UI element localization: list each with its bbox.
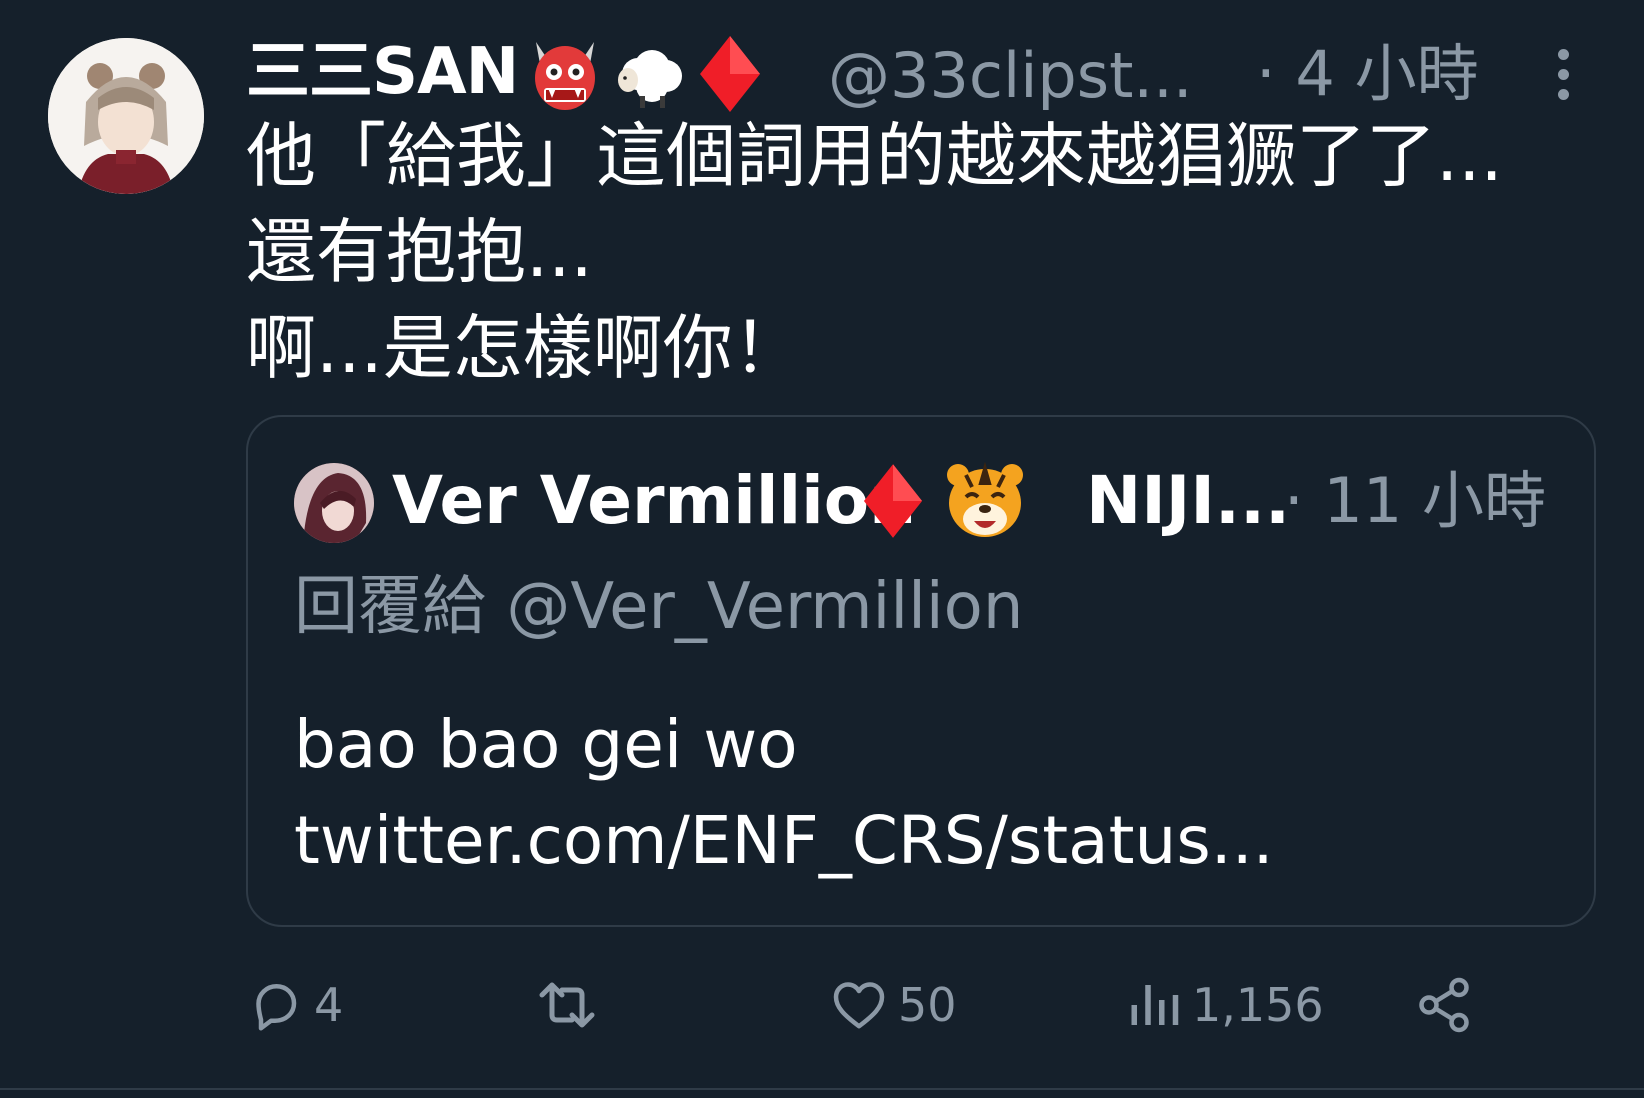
red-diamond-icon	[698, 34, 762, 118]
reply-count: 4	[314, 978, 344, 1032]
quoted-link[interactable]: twitter.com/ENF_CRS/status...	[294, 793, 1274, 889]
reply-icon	[256, 984, 297, 1031]
tweet-text: 他「給我」這個詞用的越來越猖獗了了... 還有抱抱... 啊...是怎樣啊你！	[246, 108, 1586, 396]
tweet-text-line: 啊...是怎樣啊你！	[246, 307, 803, 389]
ogre-icon	[530, 34, 600, 116]
reply-to-label[interactable]: 回覆給 @Ver_Vermillion	[294, 565, 1023, 649]
like-button[interactable]: 50	[828, 960, 957, 1050]
tweet-header: 三三SAN @33clipst... · 4 小時	[246, 28, 1606, 118]
quoted-text-line: bao bao gei wo	[294, 706, 798, 783]
view-count: 1,156	[1192, 978, 1324, 1032]
retweet-icon	[539, 982, 595, 1028]
action-bar: 4 50 1,156	[246, 960, 1576, 1050]
retweet-button[interactable]	[532, 960, 610, 1050]
heart-icon	[833, 982, 885, 1029]
tweet-text-line: 他「給我」這個詞用的越來越猖獗了了...	[246, 115, 1503, 197]
more-vertical-icon[interactable]	[1548, 40, 1578, 110]
tweet-text-line: 還有抱抱...	[246, 211, 593, 293]
sheep-icon	[608, 34, 688, 116]
tweet[interactable]: 三三SAN @33clipst... · 4 小時 他「給我」這個詞用的越來越猖…	[0, 0, 1644, 1098]
timestamp[interactable]: · 4 小時	[1256, 36, 1479, 112]
share-icon	[1419, 977, 1469, 1033]
views-icon	[1131, 985, 1179, 1025]
avatar[interactable]	[48, 38, 204, 194]
like-count: 50	[898, 978, 957, 1032]
share-button[interactable]	[1414, 960, 1474, 1050]
quoted-display-name[interactable]: Ver Vermillion	[392, 457, 916, 545]
quoted-display-name-suffix[interactable]: NIJI...	[1086, 457, 1290, 545]
red-diamond-icon	[862, 461, 924, 545]
handle[interactable]: @33clipst...	[828, 38, 1193, 114]
views-button[interactable]: 1,156	[1124, 960, 1324, 1050]
quoted-text: bao bao gei wo twitter.com/ENF_CRS/statu…	[294, 697, 1274, 889]
reply-button[interactable]: 4	[246, 960, 343, 1050]
quoted-timestamp[interactable]: · 11 小時	[1284, 457, 1546, 545]
display-name[interactable]: 三三SAN	[246, 32, 519, 112]
divider	[0, 1088, 1644, 1090]
quoted-avatar[interactable]	[294, 463, 374, 543]
quoted-tweet[interactable]: Ver Vermillion NIJI... · 11 小時 回覆給 @Ver_…	[246, 415, 1596, 927]
tiger-icon	[944, 461, 1026, 545]
